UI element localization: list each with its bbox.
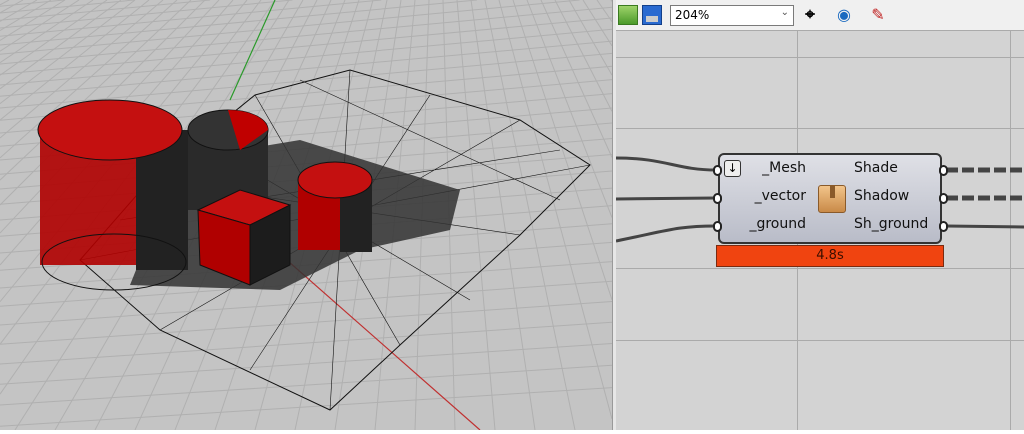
grid-line (0, 0, 10, 6)
package-box-icon (818, 185, 846, 213)
open-folder-icon[interactable] (618, 5, 638, 25)
toolbar: 204% ⌄ ⌖ ◉ ✎ (616, 0, 1024, 31)
grid-line (484, 0, 576, 431)
grid-line (582, 0, 613, 47)
grid-line (0, 321, 613, 365)
grid-line (0, 387, 613, 427)
output-grip[interactable] (939, 221, 948, 232)
large-cylinder (37, 99, 188, 291)
zoom-dropdown[interactable]: 204% ⌄ (670, 5, 794, 26)
chevron-down-icon: ⌄ (780, 7, 789, 18)
medium-cylinder (297, 161, 373, 252)
rhino-viewport[interactable] (0, 0, 613, 431)
grid-line (0, 300, 613, 345)
input-grip[interactable] (713, 221, 722, 232)
grid-line (512, 0, 613, 300)
grid-line (0, 280, 613, 326)
grid-line (0, 28, 613, 86)
grid-line (0, 0, 66, 41)
runtime-badge: 4.8s (716, 245, 944, 267)
grasshopper-editor: 204% ⌄ ⌖ ◉ ✎ ↓ _Mesh _vector _ground Shad… (616, 0, 1024, 430)
preview-eye-icon[interactable]: ◉ (834, 5, 854, 25)
save-icon[interactable] (642, 5, 662, 25)
shadow-component[interactable]: ↓ _Mesh _vector _ground Shade Shadow Sh_… (718, 153, 942, 244)
output-grip[interactable] (939, 193, 948, 204)
grid-line (0, 0, 136, 105)
output-grip[interactable] (939, 165, 948, 176)
grid-line (0, 0, 580, 55)
input-grip[interactable] (713, 193, 722, 204)
zoom-value: 204% (675, 8, 710, 22)
grasshopper-canvas[interactable]: ↓ _Mesh _vector _ground Shade Shadow Sh_… (616, 31, 1024, 430)
output-shadow[interactable]: Shadow (854, 188, 909, 204)
grid-line (0, 0, 477, 46)
zoom-extents-icon[interactable]: ⌖ (800, 5, 820, 25)
sketch-pen-icon[interactable]: ✎ (868, 5, 888, 25)
output-sh-ground[interactable]: Sh_ground (854, 216, 928, 232)
input-vector[interactable]: _vector (755, 188, 806, 204)
input-grip[interactable] (713, 165, 722, 176)
grid-line (470, 0, 536, 431)
output-shade[interactable]: Shade (854, 160, 898, 176)
input-mesh[interactable]: _Mesh (762, 160, 806, 176)
viewport-scene (0, 0, 613, 431)
input-ground[interactable]: _ground (749, 216, 806, 232)
arrow-down-icon[interactable]: ↓ (724, 160, 741, 177)
grid-line (498, 0, 613, 420)
grid-line (0, 0, 65, 7)
